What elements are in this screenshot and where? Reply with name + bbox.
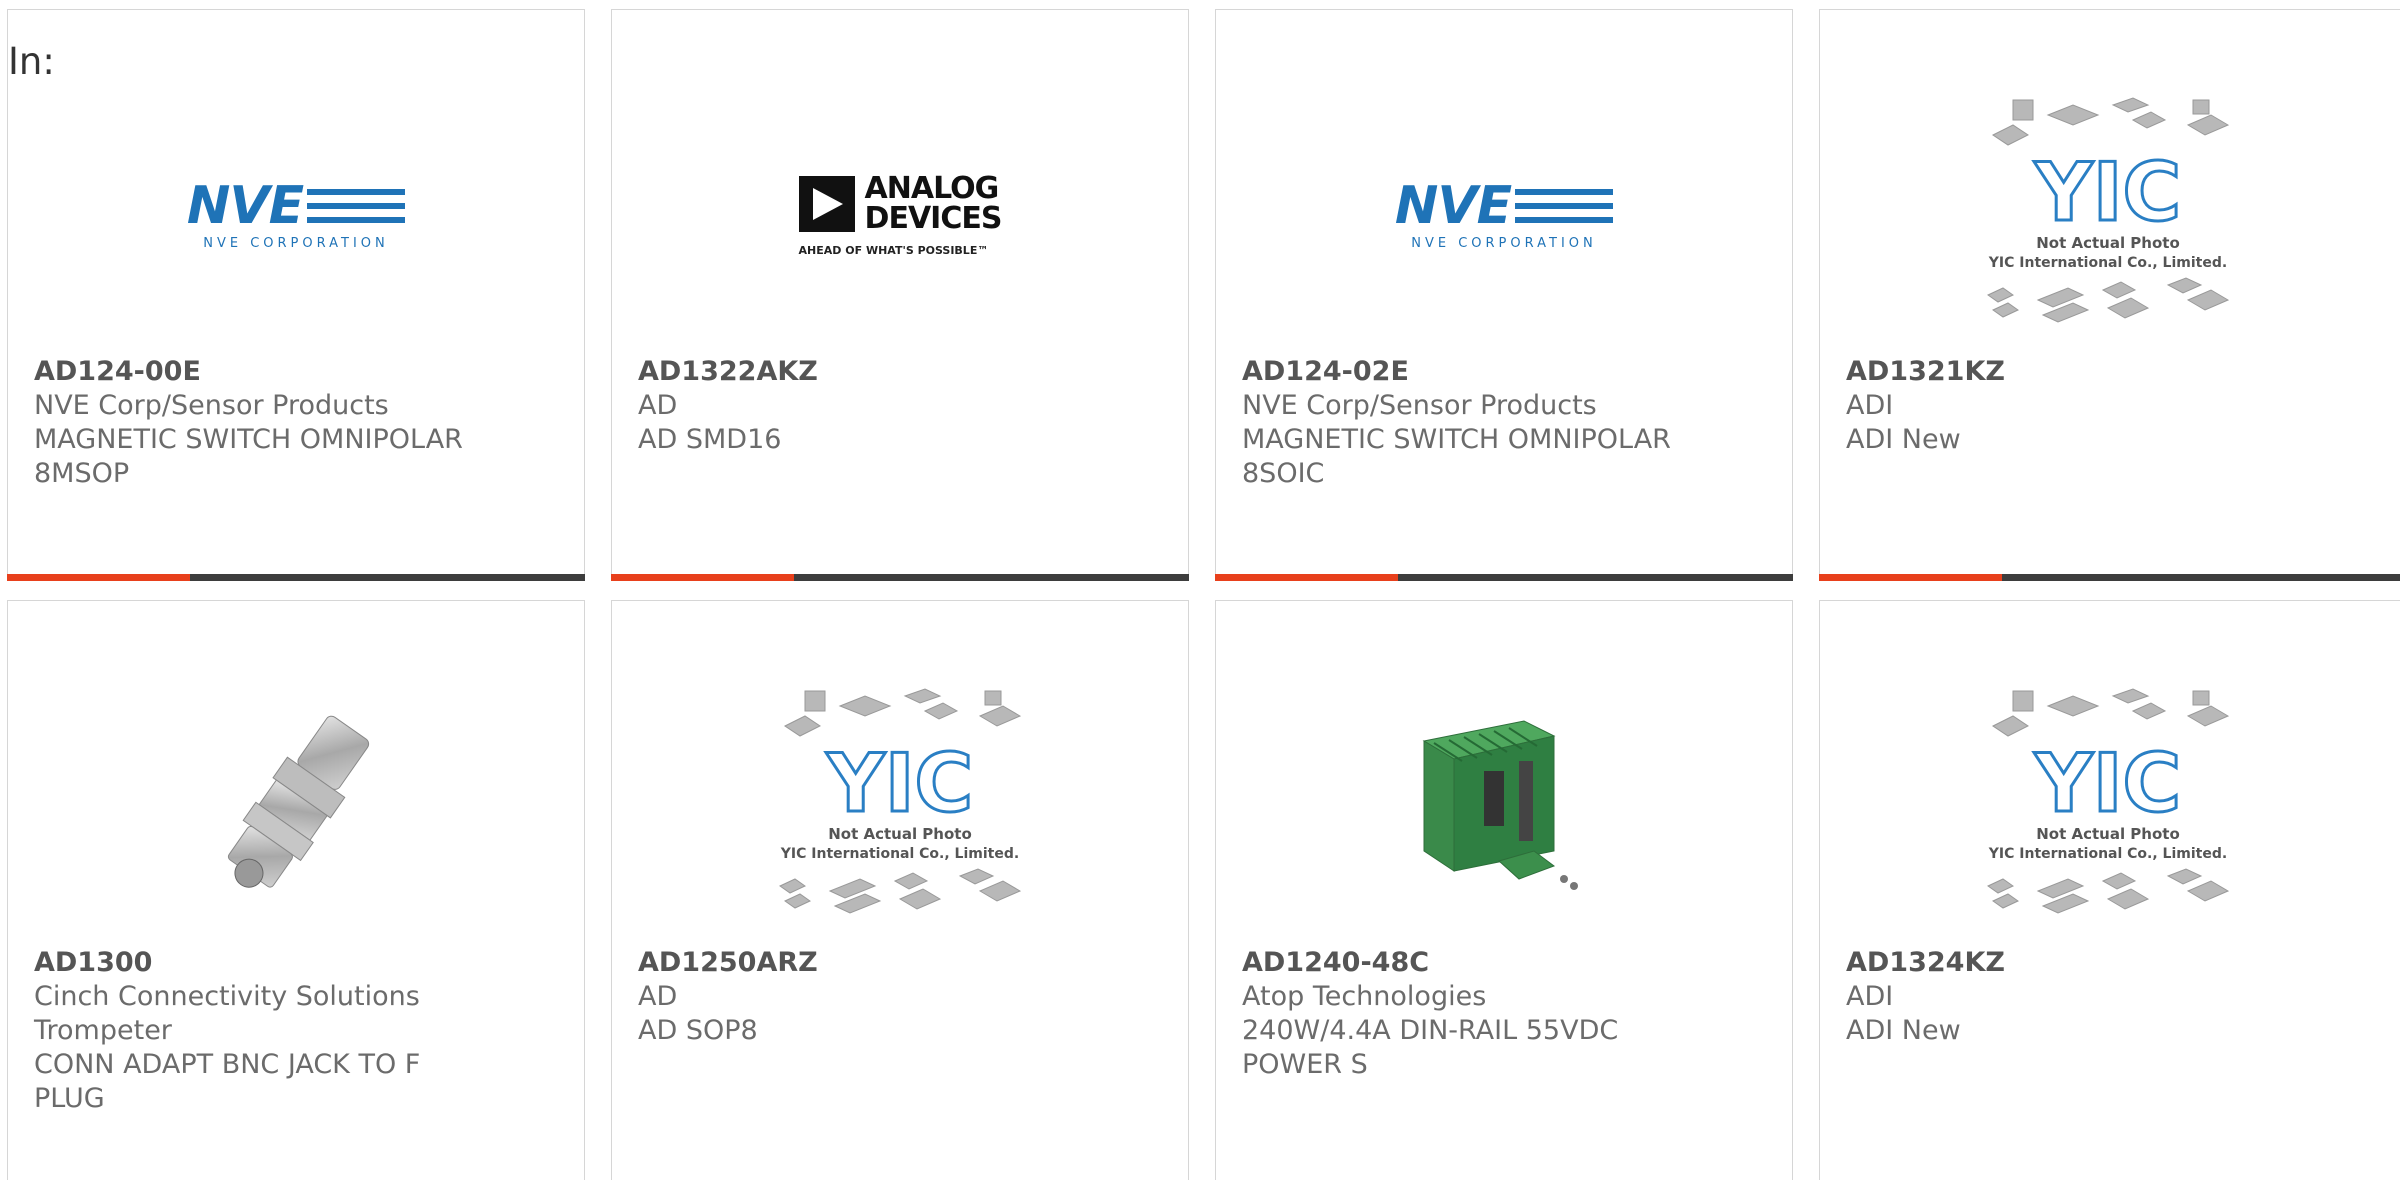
part-number[interactable]: AD1240-48C [1242,946,1772,980]
filter-label: In: [8,40,55,83]
manufacturer: NVE Corp/Sensor Products [1242,390,1597,421]
description: PLUG [34,1083,105,1114]
analog-devices-logo: ANALOG DEVICES AHEAD OF WHAT'S POSSIBLE™ [798,170,1002,257]
yic-placeholder-image: YIC Not Actual Photo YIC International C… [779,688,1022,914]
description: POWER S [1242,1049,1368,1080]
product-card[interactable]: NVE NVE CORPORATION AD124-02E NVE Corp/S… [1215,9,1793,581]
manufacturer: AD [638,981,678,1012]
power-supply-photo [1422,720,1578,890]
product-image[interactable]: NVE NVE CORPORATION [8,90,584,340]
part-number[interactable]: AD1250ARZ [638,946,1168,980]
product-image[interactable]: YIC Not Actual Photo YIC International C… [1820,681,2396,931]
part-number[interactable]: AD1322AKZ [638,355,1168,389]
card-footer-bar [1215,574,1793,581]
nve-logo: NVE NVE CORPORATION [1395,180,1614,251]
part-number[interactable]: AD1321KZ [1846,355,2398,389]
manufacturer: Cinch Connectivity Solutions [34,981,420,1012]
manufacturer: Trompeter [34,1015,172,1046]
product-card[interactable]: AD1300 Cinch Connectivity Solutions Trom… [7,600,585,1180]
svg-text:YIC: YIC [2034,146,2181,239]
card-footer-bar [7,574,585,581]
svg-text:Not Actual Photo: Not Actual Photo [2036,234,2180,252]
svg-text:Not Actual Photo: Not Actual Photo [828,825,972,843]
description: 8SOIC [1242,458,1325,489]
yic-placeholder-image: YIC Not Actual Photo YIC International C… [1987,688,2230,914]
svg-text:YIC International Co., Limited: YIC International Co., Limited. [780,846,1019,862]
description: MAGNETIC SWITCH OMNIPOLAR [1242,424,1671,455]
svg-text:YIC: YIC [2034,737,2181,830]
manufacturer: NVE Corp/Sensor Products [34,390,389,421]
description: AD SOP8 [638,1015,758,1046]
product-image[interactable]: NVE NVE CORPORATION [1216,90,1792,340]
manufacturer: ADI [1846,390,1894,421]
product-card[interactable]: NVE NVE CORPORATION AD124-00E NVE Corp/S… [7,9,585,581]
card-footer-bar [1819,574,2400,581]
svg-text:Not Actual Photo: Not Actual Photo [2036,825,2180,843]
yic-placeholder-image: YIC Not Actual Photo YIC International C… [1987,97,2230,323]
part-number[interactable]: AD1324KZ [1846,946,2398,980]
description: CONN ADAPT BNC JACK TO F [34,1049,421,1080]
product-image[interactable] [1216,681,1792,931]
description: AD SMD16 [638,424,782,455]
nve-logo: NVE NVE CORPORATION [187,180,406,251]
product-card[interactable]: ANALOG DEVICES AHEAD OF WHAT'S POSSIBLE™ … [611,9,1189,581]
svg-text:YIC: YIC [826,737,973,830]
description: ADI New [1846,1015,1961,1046]
product-image[interactable]: ANALOG DEVICES AHEAD OF WHAT'S POSSIBLE™ [612,90,1188,340]
product-image[interactable]: YIC Not Actual Photo YIC International C… [1820,90,2396,340]
description: 8MSOP [34,458,130,489]
manufacturer: AD [638,390,678,421]
part-number[interactable]: AD124-00E [34,355,564,389]
bnc-adapter-photo [227,715,370,888]
product-card[interactable]: AD1240-48C Atop Technologies 240W/4.4A D… [1215,600,1793,1180]
product-card[interactable]: YIC Not Actual Photo YIC International C… [611,600,1189,1180]
product-image[interactable] [8,681,584,931]
product-card[interactable]: YIC Not Actual Photo YIC International C… [1819,600,2400,1180]
description: MAGNETIC SWITCH OMNIPOLAR [34,424,463,455]
card-footer-bar [611,574,1189,581]
description: 240W/4.4A DIN-RAIL 55VDC [1242,1015,1619,1046]
svg-text:YIC International Co., Limited: YIC International Co., Limited. [1988,846,2227,862]
manufacturer: ADI [1846,981,1894,1012]
product-image[interactable]: YIC Not Actual Photo YIC International C… [612,681,1188,931]
description: ADI New [1846,424,1961,455]
part-number[interactable]: AD1300 [34,946,564,980]
part-number[interactable]: AD124-02E [1242,355,1772,389]
product-card[interactable]: YIC Not Actual Photo YIC International C… [1819,9,2400,581]
svg-text:YIC International Co., Limited: YIC International Co., Limited. [1988,255,2227,271]
manufacturer: Atop Technologies [1242,981,1487,1012]
